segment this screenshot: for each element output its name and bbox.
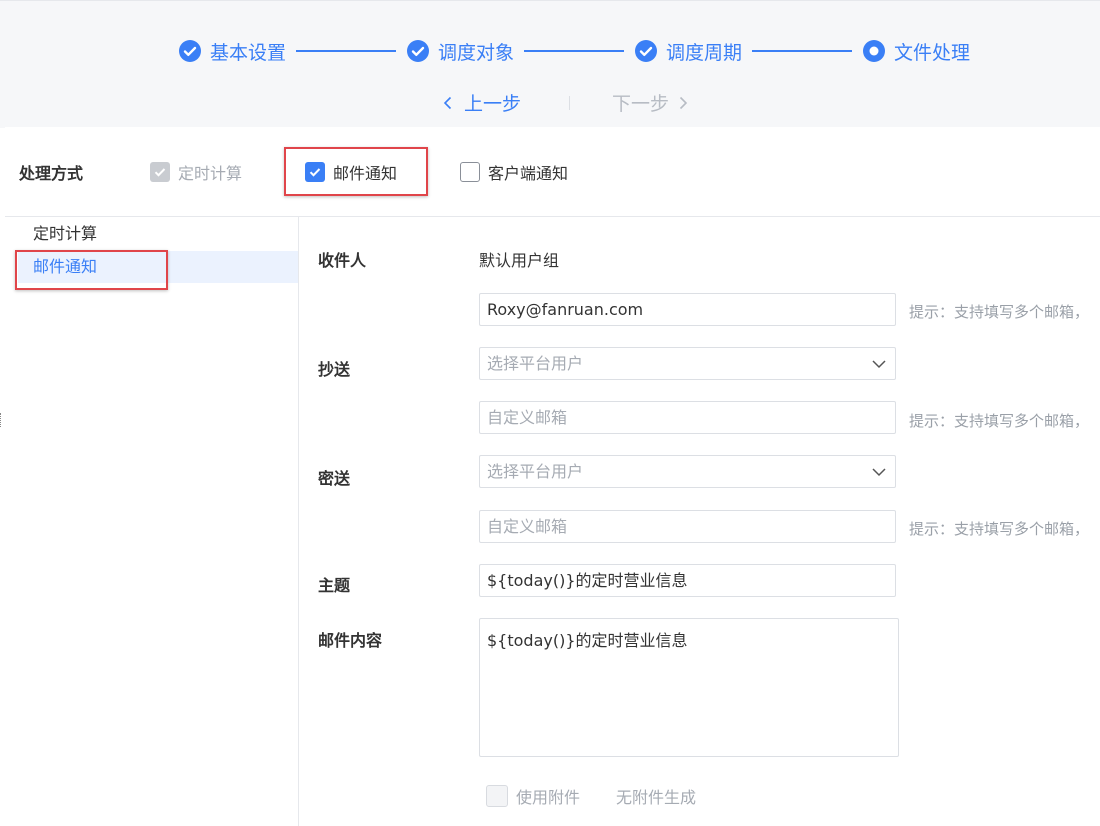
bcc-custom-email-input[interactable]: 自定义邮箱 <box>479 510 896 543</box>
bcc-label: 密送 <box>318 469 351 488</box>
highlight-box <box>284 147 428 196</box>
step-connector <box>296 50 397 52</box>
checkbox[interactable] <box>150 162 170 182</box>
step-basic-settings[interactable]: 基本设置 <box>178 38 286 65</box>
wizard-header: 基本设置 调度对象 调度周期 文件处理 上一步 下一步 <box>0 0 1100 128</box>
cc-custom-email-input[interactable]: 自定义邮箱 <box>479 401 896 434</box>
email-content-textarea[interactable]: ${today()}的定时营业信息 <box>479 618 899 757</box>
bcc-user-select[interactable]: 选择平台用户 <box>479 455 896 488</box>
highlight-box <box>15 250 168 290</box>
checkbox[interactable] <box>460 162 481 182</box>
cc-label: 抄送 <box>318 360 351 379</box>
wizard-nav: 上一步 下一步 <box>440 89 691 116</box>
resize-handle[interactable] <box>0 413 4 427</box>
select-placeholder: 选择平台用户 <box>487 462 584 481</box>
step-file-processing[interactable]: 文件处理 <box>862 38 970 65</box>
select-placeholder: 选择平台用户 <box>487 354 584 373</box>
next-step-label: 下一步 <box>612 93 670 115</box>
use-attachment-checkbox[interactable] <box>486 785 508 807</box>
step-label: 调度对象 <box>438 41 515 64</box>
option-label: 客户端通知 <box>488 164 569 183</box>
email-hint: 提示：支持填写多个邮箱， <box>909 520 1090 538</box>
mode-option-client[interactable]: 客户端通知 <box>460 160 568 184</box>
use-attachment-label: 使用附件 <box>516 788 581 807</box>
step-connector <box>524 50 625 52</box>
checkmark-icon <box>154 168 166 177</box>
step-label: 文件处理 <box>894 41 971 64</box>
no-attachment-text: 无附件生成 <box>616 788 697 807</box>
sidebar-divider <box>298 217 299 826</box>
prev-step-button[interactable]: 上一步 <box>440 89 521 116</box>
sidebar-item-label: 定时计算 <box>33 224 98 243</box>
chevron-right-icon <box>679 96 688 109</box>
prev-step-label: 上一步 <box>464 93 522 115</box>
cc-user-select[interactable]: 选择平台用户 <box>479 347 896 380</box>
recipient-label: 收件人 <box>318 251 367 270</box>
step-connector <box>752 50 853 52</box>
processing-mode-title: 处理方式 <box>19 164 84 183</box>
sidebar-item-scheduled-calc[interactable]: 定时计算 <box>18 218 298 250</box>
current-step-circle-icon <box>863 40 886 62</box>
subject-label: 主题 <box>318 576 351 595</box>
chevron-left-icon <box>443 96 452 109</box>
recipient-group-value: 默认用户组 <box>479 251 560 270</box>
check-circle-icon <box>407 40 430 62</box>
subject-input[interactable]: ${today()}的定时营业信息 <box>479 564 896 597</box>
recipient-email-input[interactable]: Roxy@fanruan.com <box>479 293 896 326</box>
step-label: 调度周期 <box>666 41 743 64</box>
step-schedule-target[interactable]: 调度对象 <box>406 38 514 65</box>
content-label: 邮件内容 <box>318 631 383 650</box>
section-divider <box>5 216 1100 217</box>
step-schedule-period[interactable]: 调度周期 <box>634 38 742 65</box>
email-hint: 提示：支持填写多个邮箱， <box>909 412 1090 430</box>
chevron-down-icon <box>872 360 886 369</box>
chevron-down-icon <box>872 468 886 477</box>
check-circle-icon <box>179 40 201 62</box>
next-step-button[interactable]: 下一步 <box>612 89 691 116</box>
step-label: 基本设置 <box>210 41 287 64</box>
option-label: 定时计算 <box>178 164 243 183</box>
nav-divider <box>569 95 571 110</box>
attachment-row: 使用附件 无附件生成 <box>486 784 696 808</box>
mode-option-scheduled-calc[interactable]: 定时计算 <box>150 160 242 184</box>
email-hint: 提示：支持填写多个邮箱， <box>909 303 1090 321</box>
check-circle-icon <box>635 40 658 62</box>
step-indicator: 基本设置 调度对象 调度周期 文件处理 <box>178 38 970 64</box>
